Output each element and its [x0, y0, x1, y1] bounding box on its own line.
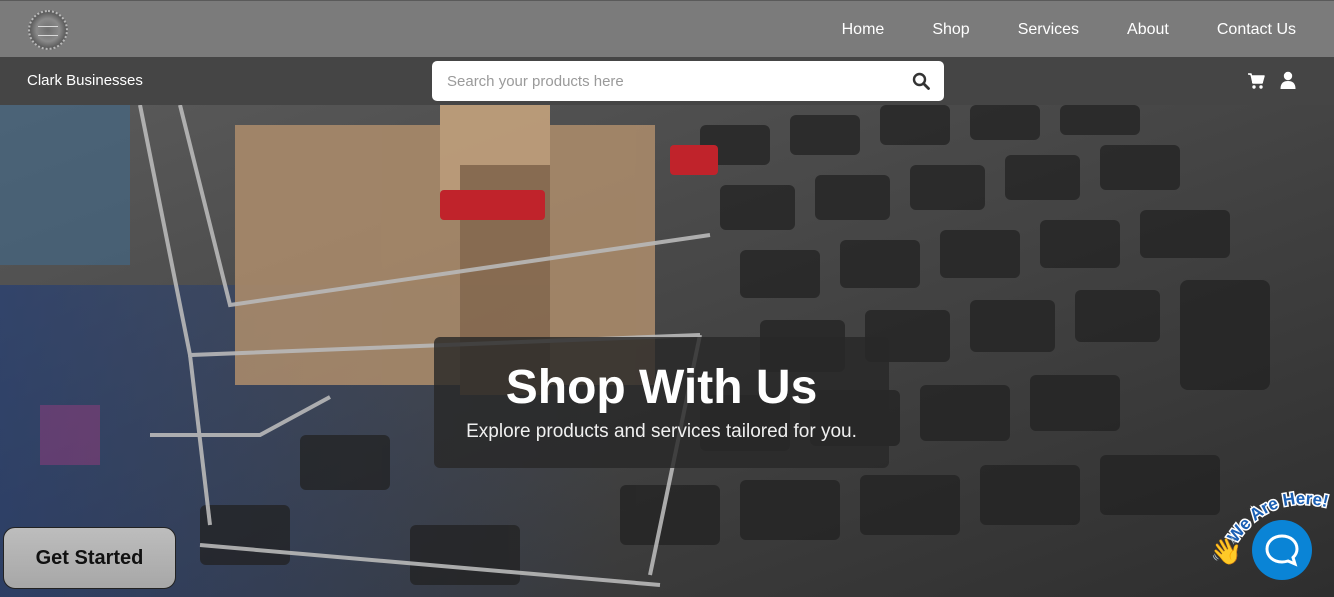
search-box	[432, 61, 944, 101]
nav-services-link[interactable]: Services	[1018, 21, 1079, 39]
hero-banner: Shop With Us Explore products and servic…	[0, 105, 1334, 597]
top-navbar: Home Shop Services About Contact Us	[0, 0, 1334, 57]
nav-about-link[interactable]: About	[1127, 21, 1169, 39]
cart-icon[interactable]	[1247, 72, 1265, 90]
hero-subtitle: Explore products and services tailored f…	[466, 421, 857, 442]
brand-logo-icon[interactable]	[28, 10, 68, 50]
search-input[interactable]	[432, 61, 902, 101]
nav-contact-link[interactable]: Contact Us	[1217, 21, 1296, 39]
chat-open-button[interactable]	[1252, 520, 1312, 580]
nav-home-link[interactable]: Home	[842, 21, 885, 39]
search-icon[interactable]	[912, 72, 930, 90]
waving-hand-icon: 👋	[1210, 536, 1243, 566]
user-icon[interactable]	[1280, 71, 1296, 89]
chat-widget: We Are Here! 👋	[1208, 486, 1334, 597]
brand-name: Clark Businesses	[27, 72, 143, 89]
chat-bubble-icon	[1265, 534, 1299, 567]
main-nav: Home Shop Services About Contact Us	[842, 1, 1296, 58]
hero-card: Shop With Us Explore products and servic…	[434, 337, 889, 468]
get-started-button[interactable]: Get Started	[3, 527, 176, 589]
nav-shop-link[interactable]: Shop	[932, 21, 969, 39]
hero-title: Shop With Us	[505, 361, 818, 414]
secondary-bar: Clark Businesses	[0, 57, 1334, 105]
